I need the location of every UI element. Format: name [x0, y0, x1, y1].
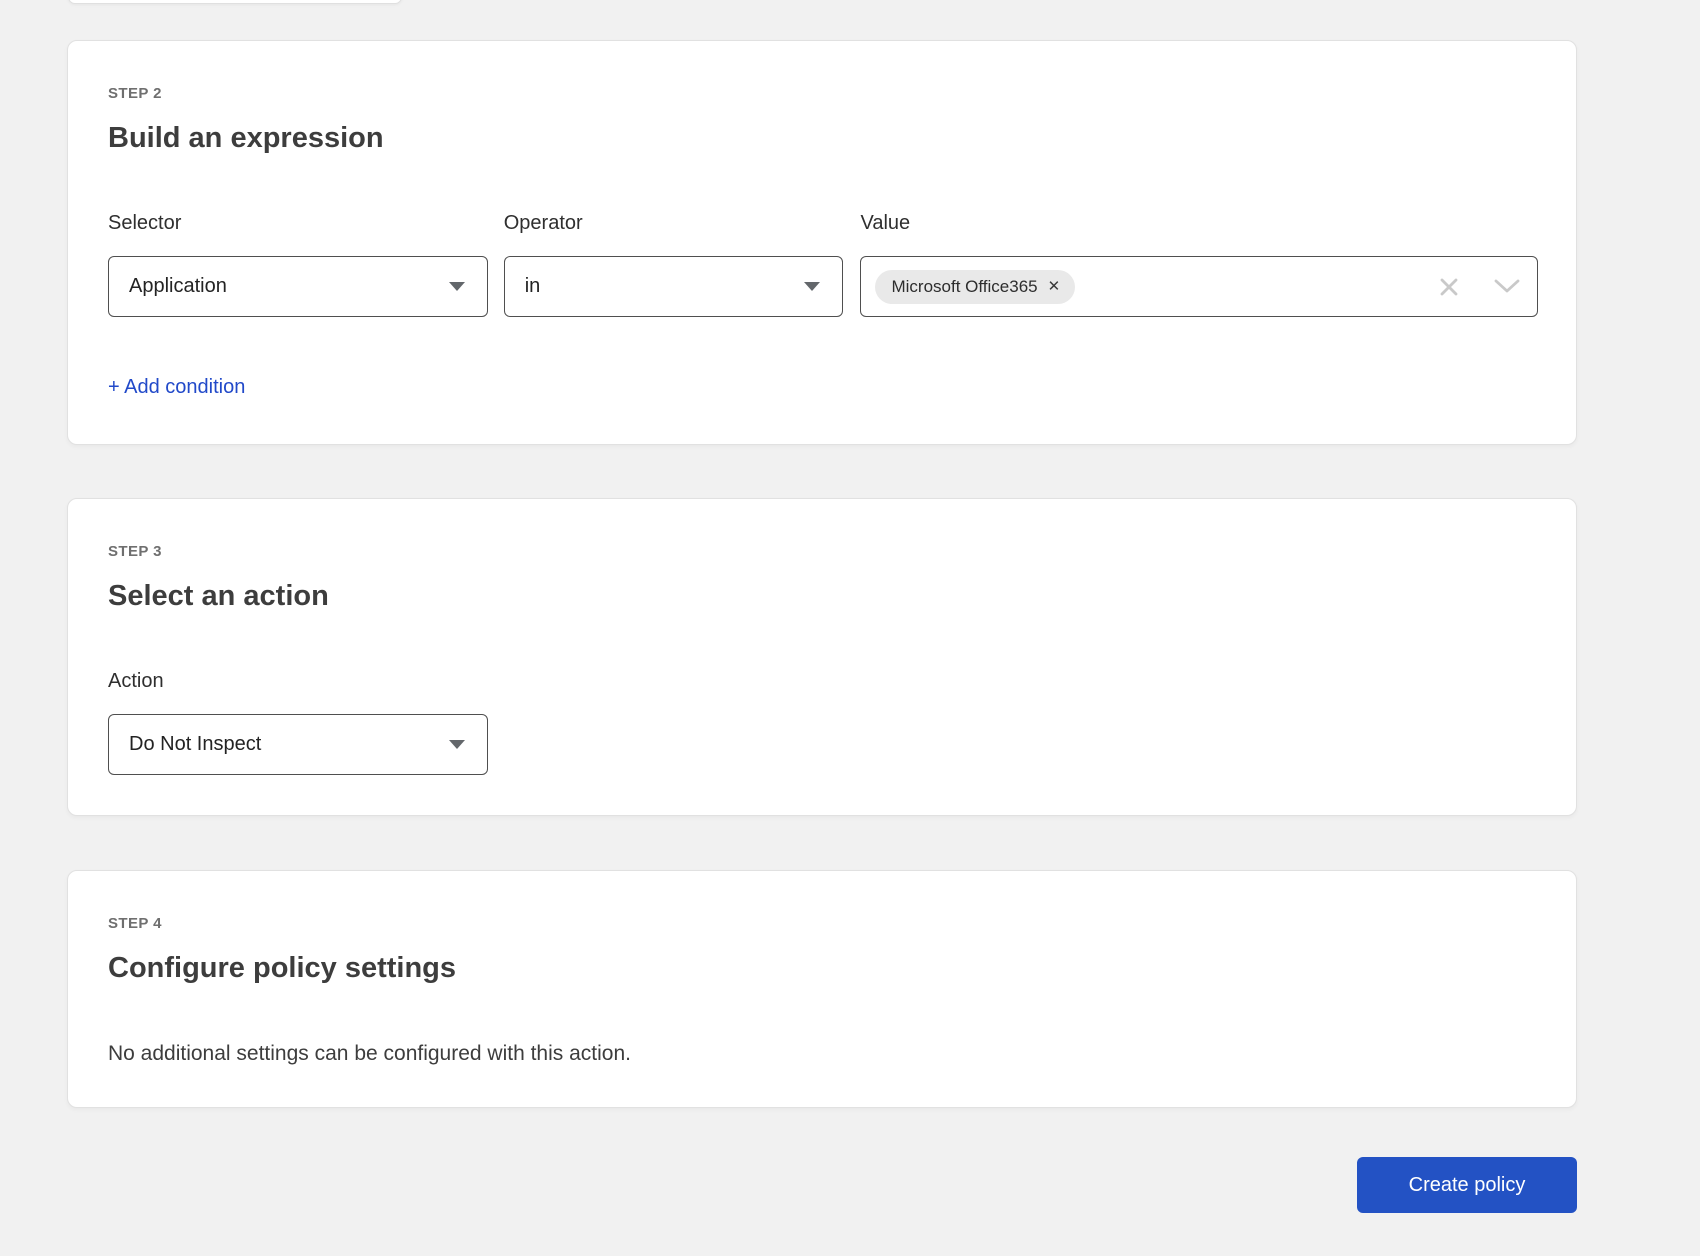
step4-title: Configure policy settings: [108, 952, 1538, 985]
operator-dropdown[interactable]: in: [504, 256, 844, 317]
operator-label: Operator: [504, 213, 844, 234]
value-tag: Microsoft Office365 ✕: [875, 270, 1075, 304]
triangle-down-icon: [449, 740, 465, 749]
clear-all-icon[interactable]: [1438, 276, 1460, 298]
selector-field: Selector Application: [108, 213, 488, 317]
value-multiselect-input[interactable]: Microsoft Office365 ✕: [860, 256, 1538, 317]
selector-value: Application: [129, 275, 227, 298]
step3-title: Select an action: [108, 580, 1538, 613]
operator-value: in: [525, 275, 541, 298]
action-dropdown[interactable]: Do Not Inspect: [108, 714, 488, 775]
step3-label: STEP 3: [108, 544, 1538, 560]
step2-card: STEP 2 Build an expression Selector Appl…: [67, 40, 1577, 445]
triangle-down-icon: [804, 282, 820, 291]
create-policy-button[interactable]: Create policy: [1357, 1157, 1577, 1213]
selector-dropdown[interactable]: Application: [108, 256, 488, 317]
tag-remove-icon[interactable]: ✕: [1048, 279, 1061, 294]
policy-builder-page: STEP 2 Build an expression Selector Appl…: [0, 0, 1700, 1256]
add-condition-link[interactable]: + Add condition: [108, 377, 245, 398]
step2-title: Build an expression: [108, 122, 1538, 155]
value-field-controls: [1438, 276, 1520, 298]
action-field: Action Do Not Inspect: [108, 671, 488, 775]
previous-card-bottom-edge: [68, 0, 402, 4]
step4-card: STEP 4 Configure policy settings No addi…: [67, 870, 1577, 1108]
operator-field: Operator in: [504, 213, 844, 317]
value-tag-text: Microsoft Office365: [891, 277, 1037, 297]
step3-card: STEP 3 Select an action Action Do Not In…: [67, 498, 1577, 816]
action-label: Action: [108, 671, 488, 692]
value-label: Value: [860, 213, 1538, 234]
selector-label: Selector: [108, 213, 488, 234]
step4-label: STEP 4: [108, 916, 1538, 932]
no-settings-note: No additional settings can be configured…: [108, 1042, 1538, 1065]
value-field: Value Microsoft Office365 ✕: [860, 213, 1538, 317]
chevron-down-icon[interactable]: [1494, 279, 1520, 294]
action-value: Do Not Inspect: [129, 733, 261, 756]
expression-row: Selector Application Operator in Value M…: [108, 213, 1538, 317]
step2-label: STEP 2: [108, 86, 1538, 102]
triangle-down-icon: [449, 282, 465, 291]
